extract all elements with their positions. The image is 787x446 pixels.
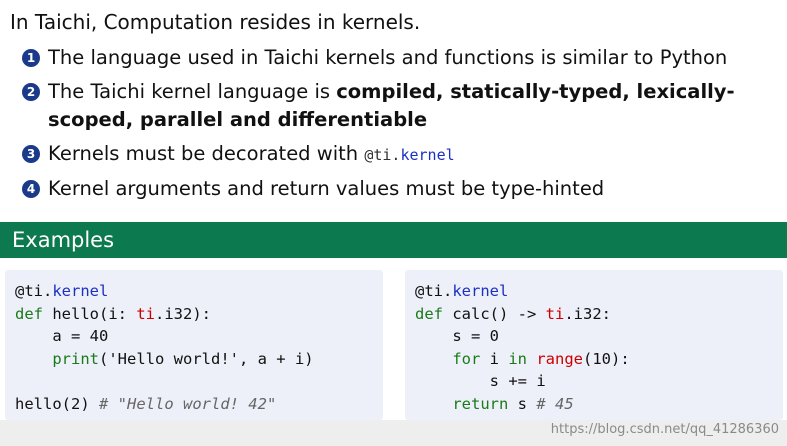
bullet-text-1: The language used in Taichi kernels and … xyxy=(48,46,728,69)
bullet-text-2: The Taichi kernel language is compiled, … xyxy=(48,78,782,134)
code-line: a = 40 xyxy=(15,327,109,345)
code-block-right: @ti.kernel def calc() -> ti.i32: s = 0 f… xyxy=(415,280,773,415)
bullet-number-3: 3 xyxy=(22,145,40,163)
watermark-text: https://blog.csdn.net/qq_41286360 xyxy=(550,422,779,437)
code-panel-left: @ti.kernel def hello(i: ti.i32): a = 40 … xyxy=(5,270,383,420)
examples-header: Examples xyxy=(0,222,787,258)
bullet-item-1: 1 The language used in Taichi kernels an… xyxy=(22,44,782,72)
intro-text: In Taichi, Computation resides in kernel… xyxy=(10,10,421,34)
bullet-text-3-plain: Kernels must be decorated with xyxy=(48,142,365,165)
bullet-item-4: 4 Kernel arguments and return values mus… xyxy=(22,175,782,203)
bullet-text-2-plain: The Taichi kernel language is xyxy=(48,80,337,103)
inline-code-decorator: @ti.kernel xyxy=(364,146,454,164)
code-panel-right: @ti.kernel def calc() -> ti.i32: s = 0 f… xyxy=(405,270,783,420)
code-line: s = 0 xyxy=(415,327,499,345)
bullet-number-4: 4 xyxy=(22,180,40,198)
code-line: def hello(i: ti.i32): xyxy=(15,304,211,323)
code-line: return s # 45 xyxy=(452,394,574,413)
code-line: print('Hello world!', a + i) xyxy=(52,349,314,368)
code-line: @ti.kernel xyxy=(415,282,509,300)
bullet-number-1: 1 xyxy=(22,49,40,67)
code-line: @ti.kernel xyxy=(15,282,109,300)
bullet-item-2: 2 The Taichi kernel language is compiled… xyxy=(22,78,782,134)
inline-code-keyword: kernel xyxy=(400,146,455,164)
bullet-text-4: Kernel arguments and return values must … xyxy=(48,177,605,200)
bullet-text-3: Kernels must be decorated with @ti.kerne… xyxy=(48,140,782,169)
code-line: hello(2) # "Hello world! 42" xyxy=(15,394,277,413)
code-block-left: @ti.kernel def hello(i: ti.i32): a = 40 … xyxy=(15,280,373,415)
code-line: s += i xyxy=(415,372,546,390)
code-line: def calc() -> ti.i32: xyxy=(415,304,611,323)
code-line: for i in range(10): xyxy=(452,349,630,368)
inline-code-prefix: @ti. xyxy=(364,146,401,164)
bullet-list: 1 The language used in Taichi kernels an… xyxy=(22,44,782,209)
bullet-number-2: 2 xyxy=(22,83,40,101)
bullet-item-3: 3 Kernels must be decorated with @ti.ker… xyxy=(22,140,782,169)
